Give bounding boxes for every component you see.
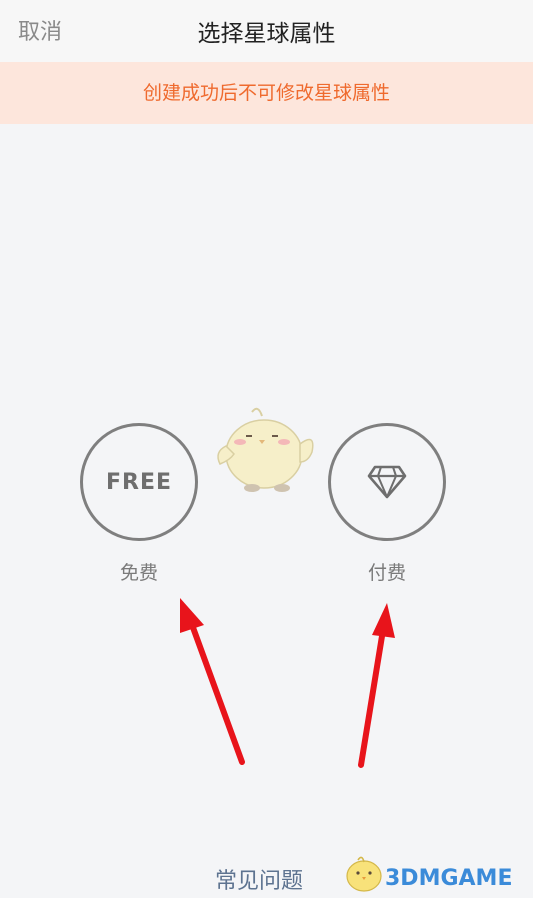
arrow-head-free (180, 598, 204, 633)
watermark-chick-logo (346, 856, 382, 892)
arrow-to-free (188, 619, 245, 765)
arrow-to-paid (358, 627, 386, 768)
faq-link[interactable]: 常见问题 (215, 863, 303, 895)
arrow-head-paid (372, 603, 395, 638)
annotation-arrows (180, 598, 395, 768)
watermark-text: 3DMGAME (385, 866, 513, 891)
